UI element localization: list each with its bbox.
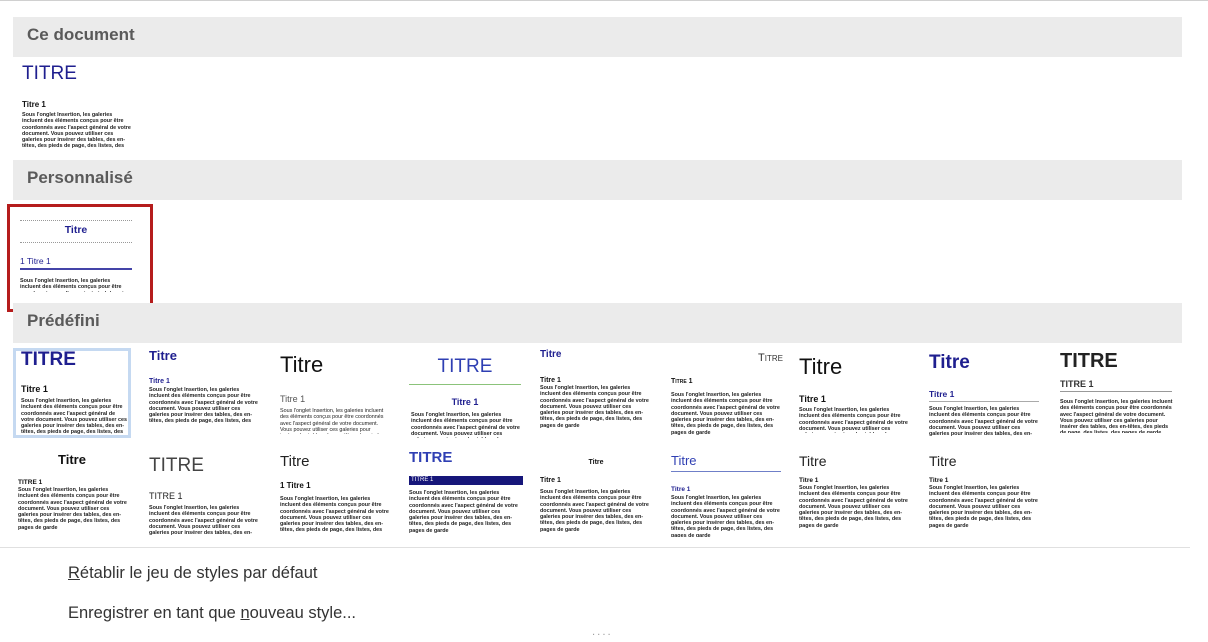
thumb-title: TITRE (149, 455, 204, 476)
cmd-text: ouveau style... (249, 604, 357, 622)
style-thumbnail-builtin[interactable]: TITRE TITRE 1 Sous l'onglet Insertion, l… (144, 449, 262, 539)
thumb-body-text: Sous l'onglet Insertion, les galeries in… (540, 385, 649, 429)
style-thumbnail-builtin[interactable]: Titre Titre 1 Sous l'onglet Insertion, l… (668, 449, 786, 539)
style-thumbnail-builtin[interactable]: Titre Titre 1 Sous l'onglet Insertion, l… (799, 348, 917, 438)
section-header-custom: Personnalisé (13, 160, 1182, 200)
style-thumbnail-builtin[interactable]: Titre Titre 1 Sous l'onglet Insertion, l… (144, 348, 262, 438)
thumb-title: Titre (58, 452, 86, 467)
style-thumbnail-builtin[interactable]: Titre Titre 1 Sous l'onglet Insertion, l… (927, 449, 1045, 539)
style-thumbnail-builtin[interactable]: Titre Titre 1 Sous l'onglet Insertion, l… (799, 449, 917, 539)
thumb-body-text: Sous l'onglet Insertion, les galeries in… (1060, 399, 1173, 433)
thumb-heading: TITRE 1 (149, 491, 183, 501)
thumb-body-text: Sous l'onglet Insertion, les galeries in… (18, 487, 127, 531)
thumb-heading: TITRE 1 (1060, 379, 1094, 389)
thumb-heading: Titre 1 (451, 397, 479, 407)
save-new-style-set-command[interactable]: Enregistrer en tant que nouveau style... (68, 604, 356, 623)
style-thumbnail-current-document[interactable]: TITRE Titre 1 Sous l'onglet Insertion, l… (15, 61, 133, 151)
thumb-body-text: Sous l'onglet Insertion, les galeries in… (22, 112, 131, 150)
style-thumbnail-builtin[interactable]: Titre Titre 1 Sous l'onglet Insertion, l… (275, 348, 393, 438)
style-thumbnail-builtin[interactable]: Titre Titre 1 Sous l'onglet Insertion, l… (537, 348, 655, 438)
thumb-title: Titre (280, 352, 324, 377)
cmd-accelerator: n (240, 604, 250, 622)
thumb-title: Titre (540, 349, 562, 360)
thumb-body-text: Sous l'onglet Insertion, les galeries in… (411, 412, 520, 438)
thumb-title: Titre (799, 453, 827, 469)
style-thumbnail-builtin[interactable]: Titre TITRE 1 Sous l'onglet Insertion, l… (13, 449, 131, 539)
cmd-accelerator: R (68, 564, 80, 582)
thumb-heading: Titre 1 (929, 389, 955, 399)
thumb-title: TITRE (1060, 350, 1118, 372)
thumb-heading: Titre 1 (22, 100, 46, 109)
thumb-body-text: Sous l'onglet Insertion, les galeries in… (799, 407, 908, 433)
rule-line (929, 401, 1039, 402)
resize-grip[interactable]: ···· (592, 631, 613, 641)
thumb-heading: TITRE 1 (411, 477, 434, 483)
thumb-body-text: Sous l'onglet Insertion, les galeries in… (799, 485, 908, 529)
thumb-title: TITRE (409, 449, 453, 466)
thumb-heading: Titre 1 (280, 394, 306, 404)
rule-line (409, 384, 521, 385)
thumb-body-text: Sous l'onglet Insertion, les galeries in… (280, 408, 384, 434)
thumb-heading: TITRE 1 (18, 479, 43, 486)
thumb-heading: Titre 1 (21, 384, 48, 394)
thumb-body-text: Sous l'onglet Insertion, les galeries in… (149, 387, 258, 425)
thumb-body-text: Sous l'onglet Insertion, les galeries in… (540, 489, 649, 533)
thumb-body-text: Sous l'onglet Insertion, les galeries in… (409, 490, 518, 534)
thumb-heading: Titre 1 (799, 394, 826, 404)
thumb-title: Titre (929, 453, 957, 469)
thumb-title: Titre (758, 352, 783, 364)
section-title: Prédéfini (27, 311, 100, 330)
thumb-title: TITRE (437, 356, 493, 377)
style-thumbnail-builtin[interactable]: TITRE Titre 1 Sous l'onglet Insertion, l… (13, 348, 131, 438)
thumb-body-text: Sous l'onglet Insertion, les galeries in… (929, 406, 1038, 436)
thumb-body-text: Sous l'onglet Insertion, les galeries in… (280, 496, 389, 534)
custom-style-highlight (7, 204, 153, 312)
thumb-body-text: Sous l'onglet Insertion, les galeries in… (149, 505, 258, 535)
style-thumbnail-builtin[interactable]: TITRE TITRE 1 Sous l'onglet Insertion, l… (406, 449, 524, 539)
thumb-title: Titre (929, 352, 970, 373)
thumb-heading: Titre 1 (540, 377, 561, 384)
thumb-heading: Titre 1 (799, 477, 819, 484)
style-thumbnail-builtin[interactable]: Titre Titre 1 Sous l'onglet Insertion, l… (668, 348, 786, 438)
reset-style-set-command[interactable]: Rétablir le jeu de styles par défaut (68, 564, 317, 583)
cmd-text: Enregistrer en tant que (68, 604, 241, 622)
thumb-body-text: Sous l'onglet Insertion, les galeries in… (929, 485, 1038, 529)
thumb-title: TITRE (22, 63, 77, 84)
thumb-title: Titre (588, 459, 604, 466)
thumb-body-text: Sous l'onglet Insertion, les galeries in… (671, 392, 780, 436)
thumb-heading: Titre 1 (540, 477, 561, 484)
style-thumbnail-builtin[interactable]: TITRE Titre 1 Sous l'onglet Insertion, l… (406, 348, 524, 438)
style-thumbnail-builtin[interactable]: TITRE TITRE 1 Sous l'onglet Insertion, l… (1058, 348, 1176, 436)
cmd-text: établir le jeu de styles par défaut (79, 564, 318, 582)
section-header-document: Ce document (13, 17, 1182, 57)
style-thumbnail-builtin[interactable]: Titre Titre 1 Sous l'onglet Insertion, l… (537, 449, 655, 539)
thumb-body-text: Sous l'onglet Insertion, les galeries in… (671, 495, 780, 537)
thumb-title: TITRE (21, 349, 76, 370)
section-title: Ce document (27, 25, 135, 44)
thumb-heading: Titre 1 (671, 486, 691, 493)
thumb-title: Titre (280, 453, 310, 470)
section-title: Personnalisé (27, 168, 133, 187)
thumb-heading: Titre 1 (929, 477, 949, 484)
thumb-title: Titre (671, 453, 697, 468)
rule-line (671, 471, 781, 472)
heading-bar: TITRE 1 (409, 476, 523, 485)
rule-line (1060, 391, 1172, 392)
style-thumbnail-builtin[interactable]: Titre Titre 1 Sous l'onglet Insertion, l… (927, 348, 1045, 438)
thumb-heading: 1 Titre 1 (280, 481, 311, 490)
style-thumbnail-builtin[interactable]: Titre 1 Titre 1 Sous l'onglet Insertion,… (275, 449, 393, 539)
thumb-heading: Titre 1 (671, 378, 693, 385)
thumb-title: Titre (149, 348, 177, 363)
thumb-heading: Titre 1 (149, 378, 170, 385)
thumb-body-text: Sous l'onglet Insertion, les galeries in… (21, 398, 127, 436)
style-set-gallery: Ce document TITRE Titre 1 Sous l'onglet … (0, 0, 1208, 642)
divider (0, 547, 1190, 548)
thumb-title: Titre (799, 354, 843, 379)
section-header-builtin: Prédéfini (13, 303, 1182, 343)
